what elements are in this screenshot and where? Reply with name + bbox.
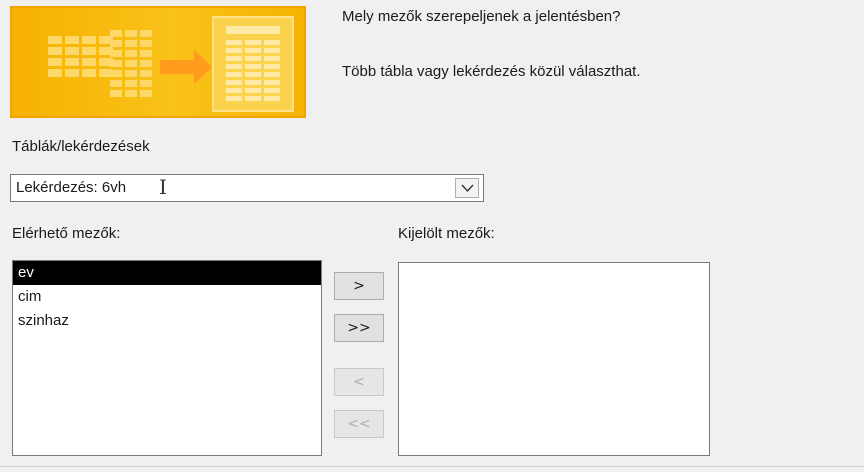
- available-fields-label: Elérhető mezők:: [12, 225, 121, 242]
- list-item[interactable]: szinhaz: [13, 309, 321, 333]
- remove-all-fields-button[interactable]: <<: [334, 410, 384, 438]
- chevron-down-icon: [461, 184, 474, 193]
- list-item[interactable]: cim: [13, 285, 321, 309]
- divider: [0, 466, 864, 467]
- report-wizard-illustration: [10, 6, 306, 118]
- selected-fields-label: Kijelölt mezők:: [398, 225, 495, 242]
- selected-fields-list[interactable]: [398, 262, 710, 456]
- available-fields-list[interactable]: ev cim szinhaz: [12, 260, 322, 456]
- tables-queries-label: Táblák/lekérdezések: [12, 138, 150, 155]
- combobox-dropdown-button[interactable]: [455, 178, 479, 198]
- wizard-hint: Több tábla vagy lekérdezés közül választ…: [342, 63, 641, 80]
- report-document-icon: [212, 16, 294, 112]
- list-item[interactable]: ev: [13, 261, 321, 285]
- combobox-value: Lekérdezés: 6vh: [16, 179, 127, 196]
- add-field-button[interactable]: >: [334, 272, 384, 300]
- add-all-fields-button[interactable]: >>: [334, 314, 384, 342]
- text-cursor-icon: I: [159, 175, 167, 199]
- table-grid-icon-left: [48, 36, 113, 77]
- wizard-question: Mely mezők szerepeljenek a jelentésben?: [342, 8, 621, 25]
- tables-queries-combobox[interactable]: Lekérdezés: 6vh I: [10, 174, 484, 202]
- arrow-right-icon: [160, 50, 212, 84]
- table-grid-icon-right: [110, 30, 152, 97]
- remove-field-button[interactable]: <: [334, 368, 384, 396]
